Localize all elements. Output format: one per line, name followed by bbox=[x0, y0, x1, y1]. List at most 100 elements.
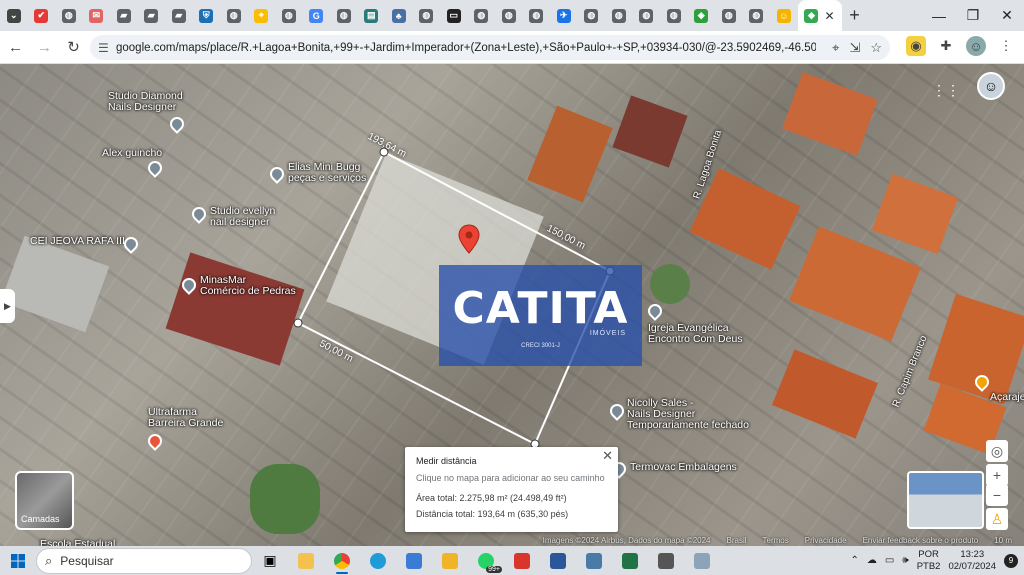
volume-icon[interactable]: 🕪 bbox=[902, 555, 908, 566]
browser-tab[interactable]: ◈ bbox=[688, 0, 716, 31]
maximize-button[interactable]: ❐ bbox=[956, 0, 990, 31]
place-label[interactable]: Igreja Evangélica Encontro Com Deus bbox=[648, 323, 743, 345]
forward-button[interactable]: → bbox=[31, 34, 58, 61]
word-icon[interactable] bbox=[540, 546, 576, 575]
location-icon[interactable]: ⌖ bbox=[832, 40, 839, 56]
tab-google-maps[interactable]: ◆ ✕ bbox=[797, 0, 842, 31]
back-button[interactable]: ← bbox=[2, 34, 29, 61]
install-icon[interactable]: ⇲ bbox=[849, 40, 860, 56]
browser-tab[interactable]: ◍ bbox=[220, 0, 248, 31]
place-label[interactable]: Termovac Embalagens bbox=[630, 462, 737, 473]
browser-tab[interactable]: ◍ bbox=[55, 0, 83, 31]
account-avatar[interactable]: ☺ bbox=[977, 72, 1005, 100]
task-view-icon[interactable]: ▣ bbox=[252, 546, 288, 575]
browser-tab[interactable]: ✈ bbox=[550, 0, 578, 31]
network-icon[interactable]: ▭ bbox=[885, 555, 894, 566]
zoom-out-button[interactable]: − bbox=[986, 484, 1008, 506]
place-label[interactable]: Alex guincho bbox=[102, 148, 162, 159]
browser-tab[interactable]: ◍ bbox=[413, 0, 441, 31]
close-measure-button[interactable]: ✕ bbox=[602, 448, 613, 464]
start-button[interactable] bbox=[0, 546, 36, 575]
red-location-pin-icon[interactable] bbox=[458, 224, 480, 254]
taskbar-search[interactable]: ⌕ Pesquisar bbox=[36, 547, 252, 574]
place-label[interactable]: Studio Diamond Nails Designer bbox=[108, 91, 183, 113]
bookmark-star-icon[interactable]: ☆ bbox=[870, 40, 882, 56]
store-icon[interactable] bbox=[396, 546, 432, 575]
browser-tab[interactable]: ☺ bbox=[770, 0, 798, 31]
profile-avatar-icon[interactable]: ☺ bbox=[966, 36, 986, 56]
browser-tab[interactable]: ◍ bbox=[633, 0, 661, 31]
globe-icon: ◍ bbox=[639, 8, 654, 23]
measure-vertex[interactable] bbox=[293, 318, 303, 328]
browser-tab[interactable]: ◍ bbox=[578, 0, 606, 31]
browser-tab[interactable]: ◍ bbox=[715, 0, 743, 31]
attribution-item[interactable]: Enviar feedback sobre o produto bbox=[863, 536, 979, 545]
browser-tab[interactable]: ✔ bbox=[28, 0, 56, 31]
acrobat-icon[interactable] bbox=[504, 546, 540, 575]
chevron-up-icon[interactable]: ⌃ bbox=[851, 555, 859, 566]
browser-tab[interactable]: ✉ bbox=[83, 0, 111, 31]
browser-tab[interactable]: ▰ bbox=[110, 0, 138, 31]
close-tab-icon[interactable]: ✕ bbox=[824, 9, 834, 23]
browser-tab[interactable]: ⌖ bbox=[248, 0, 276, 31]
place-label[interactable]: Nicolly Sales - Nails Designer Temporari… bbox=[627, 398, 749, 431]
browser-tab[interactable]: ◍ bbox=[660, 0, 688, 31]
browser-tab[interactable]: G bbox=[303, 0, 331, 31]
calculator-icon[interactable] bbox=[648, 546, 684, 575]
place-label[interactable]: MinasMar Comércio de Pedras bbox=[200, 275, 296, 297]
network-app-icon[interactable] bbox=[576, 546, 612, 575]
browser-tab[interactable]: ◍ bbox=[523, 0, 551, 31]
site-info-icon[interactable]: ☰ bbox=[98, 41, 116, 55]
browser-tab[interactable]: ⌄ bbox=[0, 0, 28, 31]
browser-tab[interactable]: ▰ bbox=[138, 0, 166, 31]
whatsapp-icon[interactable]: 99+ bbox=[468, 546, 504, 575]
attribution-item[interactable]: Brasil bbox=[727, 536, 747, 545]
chrome-icon[interactable] bbox=[324, 546, 360, 575]
clock[interactable]: 13:23 02/07/2024 bbox=[948, 549, 996, 573]
language-indicator[interactable]: POR PTB2 bbox=[917, 549, 941, 573]
puzzle-icon[interactable]: ✚ bbox=[936, 36, 956, 56]
file-explorer-icon[interactable] bbox=[288, 546, 324, 575]
notifications-badge[interactable]: 9 bbox=[1004, 553, 1018, 568]
browser-tab[interactable]: ▤ bbox=[358, 0, 386, 31]
browser-tab[interactable]: ⛨ bbox=[193, 0, 221, 31]
edge-icon[interactable] bbox=[360, 546, 396, 575]
layers-button[interactable]: Camadas bbox=[15, 471, 74, 530]
attribution-item[interactable]: Privacidade bbox=[805, 536, 847, 545]
browser-tab[interactable]: ♣ bbox=[385, 0, 413, 31]
browser-tab[interactable]: ▰ bbox=[165, 0, 193, 31]
browser-tab[interactable]: ◍ bbox=[330, 0, 358, 31]
extension-icon[interactable]: ◉ bbox=[906, 36, 926, 56]
map-canvas[interactable]: CATITA IMÓVEIS CRECI 3001-J Studio Diamo… bbox=[0, 64, 1024, 546]
menu-dots-icon[interactable]: ⋮ bbox=[996, 36, 1016, 56]
place-label[interactable]: Açaraje da bbox=[990, 392, 1024, 403]
attribution-item[interactable]: Termos bbox=[763, 536, 789, 545]
place-label[interactable]: Elias Mini Bugg peças e serviços bbox=[288, 162, 366, 184]
browser-tab[interactable]: ◍ bbox=[468, 0, 496, 31]
cloud-icon[interactable]: ☁ bbox=[867, 555, 877, 566]
place-label[interactable]: Ultrafarma Barreira Grande bbox=[148, 407, 223, 429]
street-view-thumbnail[interactable] bbox=[907, 471, 984, 529]
new-tab-button[interactable]: + bbox=[842, 3, 868, 29]
omnibox[interactable]: ☰ google.com/maps/place/R.+Lagoa+Bonita,… bbox=[90, 35, 890, 60]
url-text[interactable]: google.com/maps/place/R.+Lagoa+Bonita,+9… bbox=[116, 42, 816, 54]
excel-icon[interactable] bbox=[612, 546, 648, 575]
app-icon[interactable] bbox=[684, 546, 720, 575]
browser-tab[interactable]: ◍ bbox=[743, 0, 771, 31]
place-label[interactable]: Studio evellyn nail designer bbox=[210, 206, 275, 228]
minimize-button[interactable]: — bbox=[922, 0, 956, 31]
mail-icon[interactable] bbox=[432, 546, 468, 575]
place-label[interactable]: CEI JEOVA RAFA III bbox=[30, 236, 125, 247]
browser-tab[interactable]: ▭ bbox=[440, 0, 468, 31]
apps-grid-icon[interactable]: ⋮⋮ bbox=[932, 82, 960, 99]
pegman-icon[interactable]: ♙ bbox=[986, 508, 1008, 530]
reload-button[interactable]: ↻ bbox=[60, 34, 87, 61]
my-location-button[interactable]: ◎ bbox=[986, 440, 1008, 462]
browser-tab[interactable]: ◍ bbox=[495, 0, 523, 31]
expand-side-panel-button[interactable]: ▶ bbox=[0, 289, 15, 323]
browser-tab[interactable]: ◍ bbox=[275, 0, 303, 31]
date: 02/07/2024 bbox=[948, 560, 996, 572]
close-window-button[interactable]: ✕ bbox=[990, 0, 1024, 31]
zoom-in-button[interactable]: + bbox=[986, 464, 1008, 486]
browser-tab[interactable]: ◍ bbox=[605, 0, 633, 31]
